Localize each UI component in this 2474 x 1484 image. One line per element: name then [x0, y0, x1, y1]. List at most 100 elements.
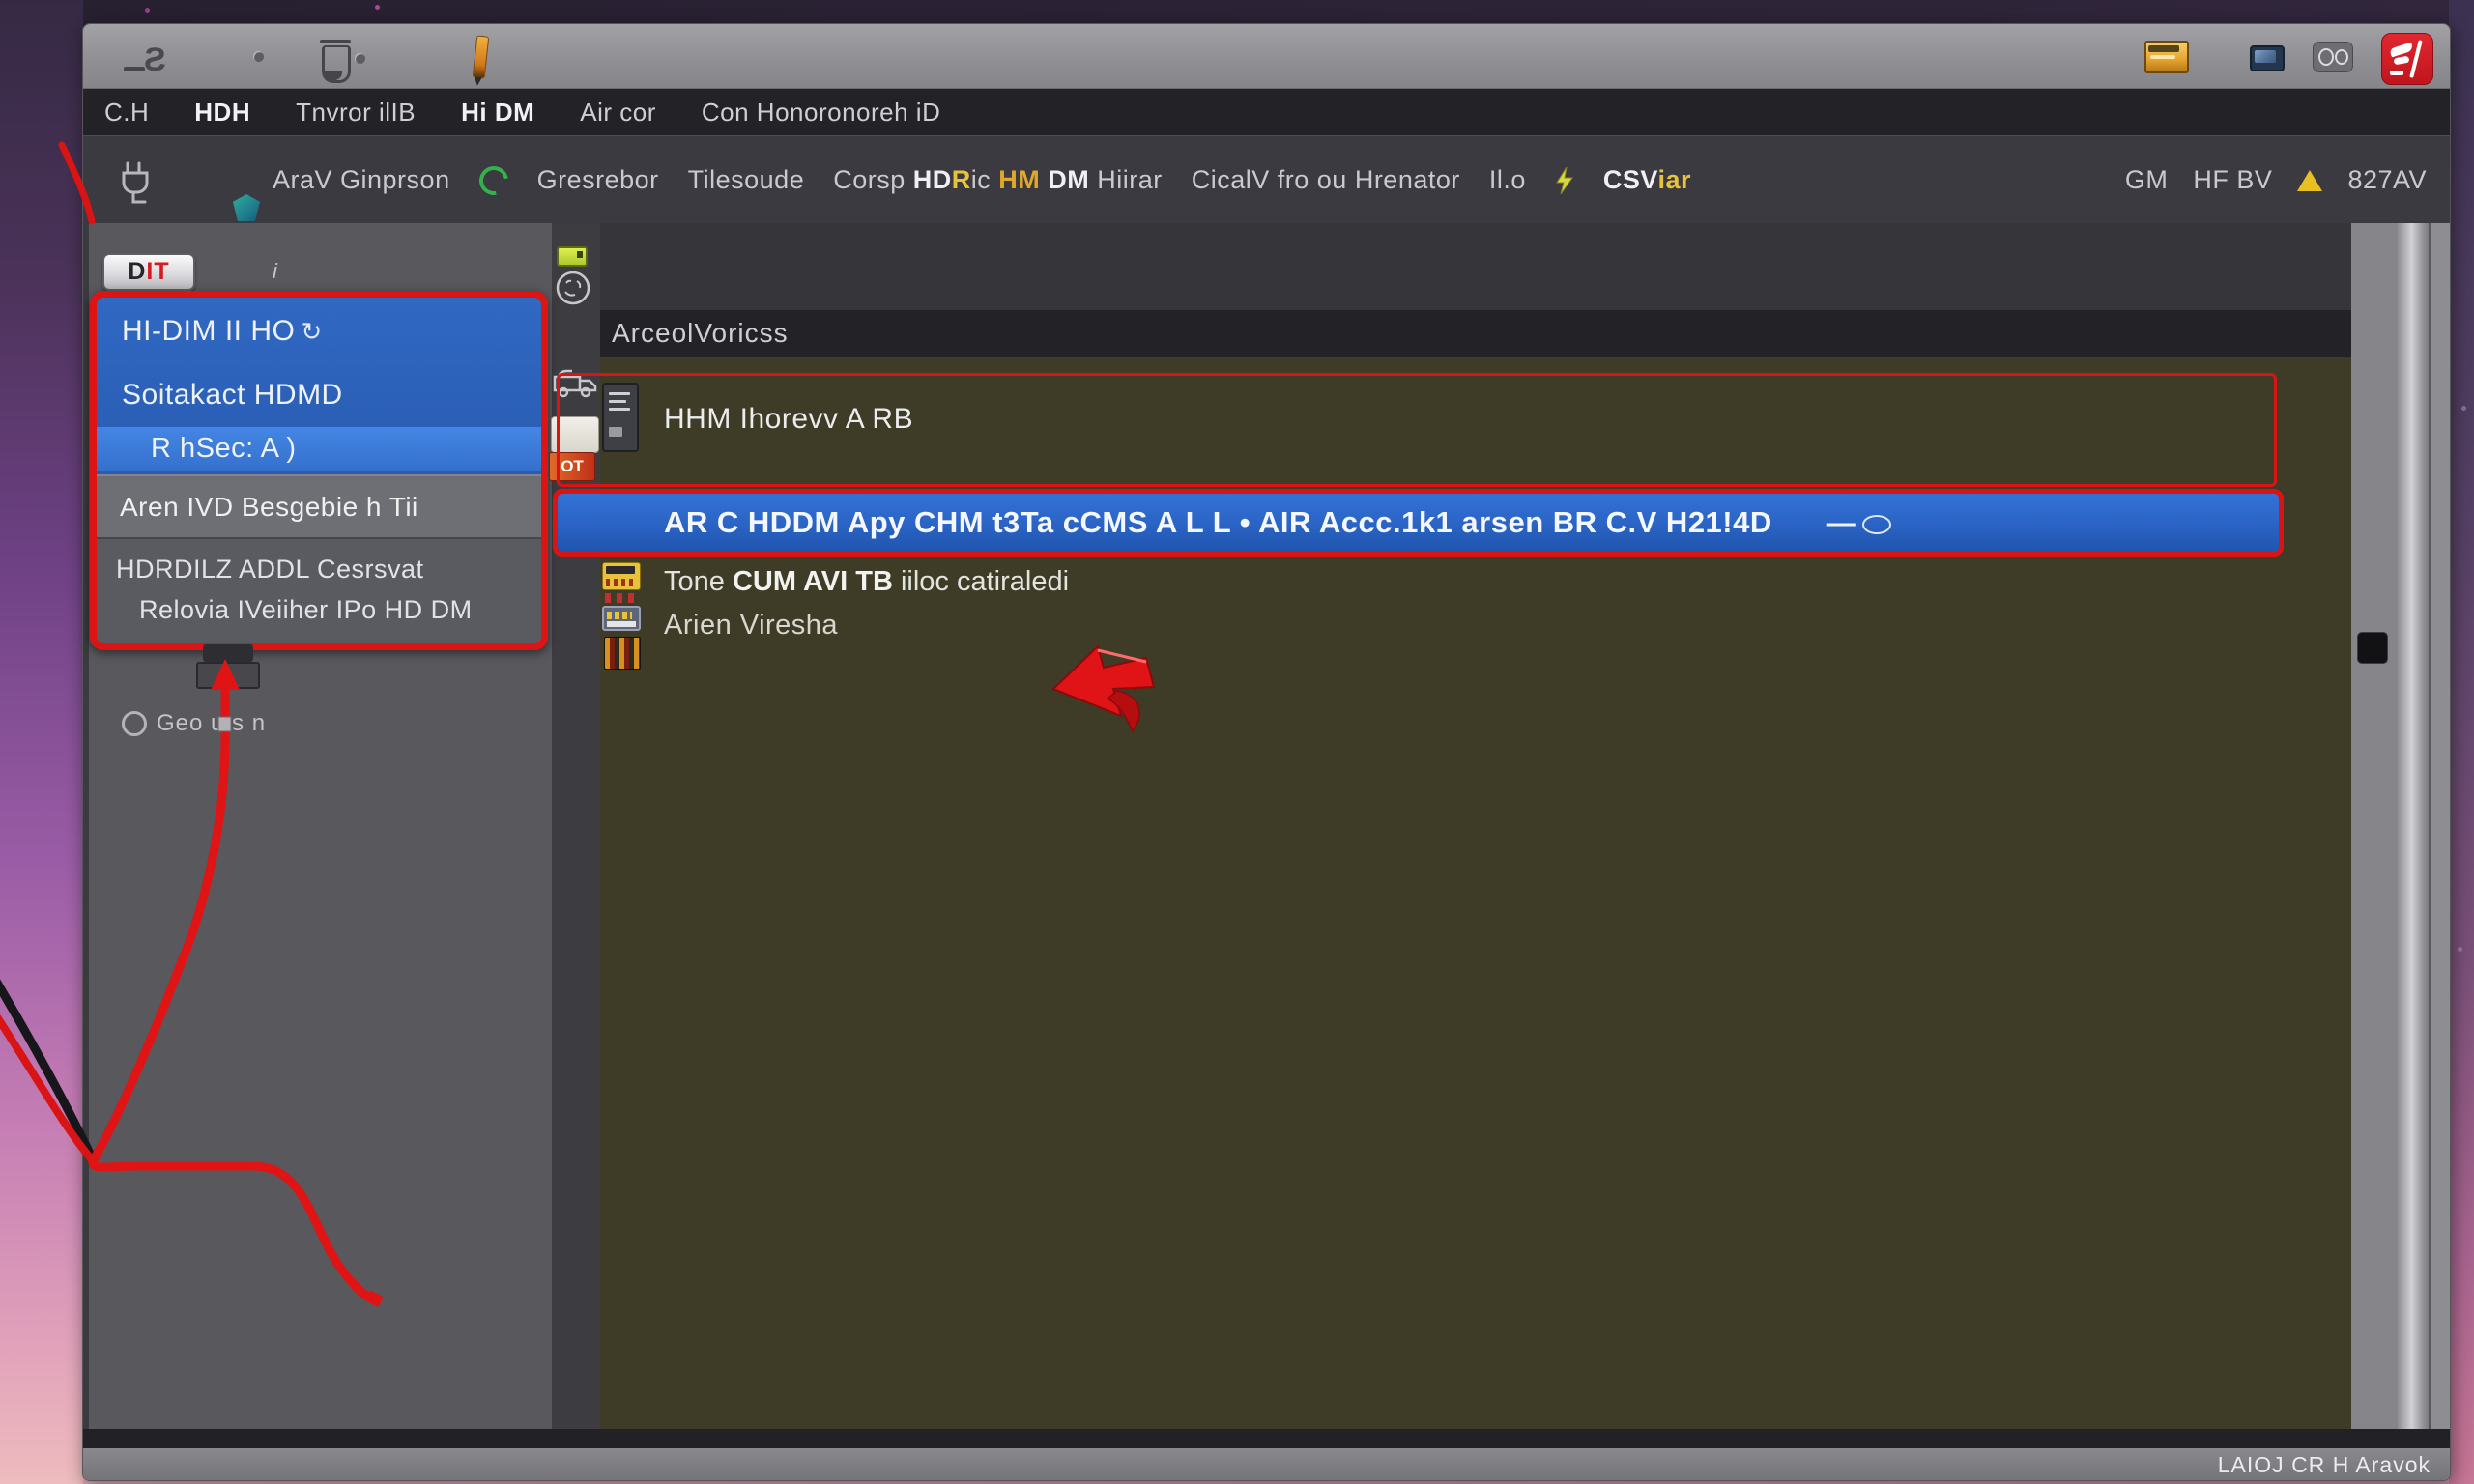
indicator-dot-icon [355, 53, 365, 64]
menu-item[interactable]: HDH [194, 98, 250, 128]
toolbar-status-group: GM HF BV 827AV [2125, 136, 2427, 224]
csv-suffix: iar [1657, 165, 1691, 194]
connector-block [196, 662, 260, 689]
selected-row-dash: — [1827, 505, 1856, 540]
teal-shield-icon[interactable] [233, 194, 260, 221]
file-icon [602, 383, 639, 452]
row3-segment: Tone [664, 566, 733, 597]
popup-item-label: HI-DIM II HO [122, 315, 295, 347]
brush-pen-icon[interactable] [473, 35, 490, 78]
face-icon [554, 269, 592, 307]
toolbar-item[interactable]: CSViar [1603, 165, 1691, 195]
list-row-3[interactable]: Tone CUM AVI TB iiloc catiraledi [664, 566, 1069, 598]
lightning-icon [1555, 167, 1574, 194]
calculator-icon [602, 562, 641, 590]
list-row-4[interactable]: Arien Viresha [664, 610, 838, 642]
green-curl-icon [474, 160, 514, 201]
toolbar-item[interactable]: Tilesoude [688, 165, 805, 195]
toolbar-item[interactable]: Il.o [1489, 165, 1526, 195]
toolbar-item-segment: Corsp [833, 165, 913, 194]
scrollbar-track[interactable] [2351, 223, 2398, 1429]
toolbar-item[interactable]: CicalV fro ou Hrenator [1192, 165, 1460, 195]
desktop-speck [375, 5, 380, 10]
menu-item[interactable]: Tnvror ilIB [296, 98, 416, 128]
popup-gray-row[interactable]: Aren IVD Besgebie h Tii [97, 474, 541, 537]
menubar: C.H HDH Tnvror ilIB Hi DM Air cor Con Ho… [83, 89, 2450, 135]
toolbar-items: AraV Ginprson Gresrebor Tilesoude Corsp … [273, 136, 1691, 224]
desktop-wallpaper-right [2449, 0, 2474, 1484]
row3-segment: iiloc catiraledi [901, 566, 1069, 597]
main-upper-strip [600, 223, 2351, 310]
toolbar-item-segment: DM [1048, 165, 1097, 194]
dit-label-red: IT [146, 258, 169, 286]
red-app-icon[interactable] [2381, 33, 2433, 85]
mini-red-glyphs [605, 593, 636, 603]
geo-label: Geo u s n [157, 710, 266, 737]
geo-ring-icon [122, 711, 147, 736]
toolbar: AraV Ginprson Gresrebor Tilesoude Corsp … [83, 135, 2450, 223]
popup-item-rhsec: R hSec: A ) [151, 433, 297, 465]
status-number: 827AV [2347, 165, 2427, 195]
minimize-dash-icon[interactable] [124, 67, 145, 71]
selected-row-label: AR C HDDM Apy CHM t3Ta cCMS A L L • AIR … [664, 505, 1772, 540]
toolbar-item[interactable]: Corsp HDRic HM DM Hiirar [833, 165, 1163, 195]
popup-item-aren: Aren IVD Besgebie h Tii [120, 492, 418, 523]
selected-row[interactable]: AR C HDDM Apy CHM t3Ta cCMS A L L • AIR … [553, 489, 2284, 556]
popup-blue-section: HI-DIM II HO↻ Soitakact HDMD R hSec: A ) [97, 298, 541, 474]
desktop-wallpaper-left [0, 0, 83, 1484]
warning-triangle-icon [2297, 170, 2322, 191]
indicator-dot-icon [253, 51, 264, 62]
toolbar-item-segment: ic [971, 165, 999, 194]
desktop-speck [145, 8, 150, 13]
list-row-1[interactable]: HHM Ihorevv A RB [664, 403, 913, 436]
bell-flask-icon[interactable] [322, 45, 351, 83]
battery-icon [557, 246, 588, 267]
plug-icon[interactable] [118, 159, 160, 206]
connector-tab [203, 644, 253, 662]
scrollbar-gloss [2398, 223, 2429, 1429]
csv-label: CSV [1603, 165, 1658, 194]
dit-label-dark: D [128, 258, 146, 286]
popup-dark-section: HDRDILZ ADDL Cesrsvat Relovia IVeiiher I… [97, 537, 541, 643]
bottom-dark-band [83, 1429, 2450, 1448]
menu-item[interactable]: Con Honoronoreh iD [702, 98, 940, 128]
application-window: S C.H HDH Tnvror ilIB Hi DM Air cor Con … [82, 23, 2451, 1481]
popup-item-hdmi[interactable]: HI-DIM II HO↻ [122, 315, 323, 348]
toolbar-item[interactable]: AraV Ginprson [273, 165, 450, 195]
red-app-glyph [2394, 56, 2410, 66]
toolbar-item-segment: HM [998, 165, 1048, 194]
dit-button[interactable]: DIT [102, 253, 195, 291]
popup-item-soitakact[interactable]: Soitakact HDMD [122, 379, 343, 412]
toolbar-item[interactable]: Gresrebor [537, 165, 659, 195]
main-header-label: ArceolVoricss [612, 318, 789, 349]
menu-item[interactable]: Air cor [580, 98, 656, 128]
annotation-box-row1: HHM Ihorevv A RB [557, 373, 2277, 487]
geo-status: Geo u s n [122, 710, 266, 737]
popup-highlight-row[interactable]: R hSec: A ) [97, 427, 541, 471]
display-icon[interactable] [2250, 45, 2285, 71]
hook-icon[interactable]: S [144, 42, 166, 79]
statusbar: LAIOJ CR H Aravok [83, 1448, 2450, 1480]
digits-icon [602, 606, 641, 631]
main-list-header: ArceolVoricss [600, 310, 2351, 357]
desktop-speck [2461, 406, 2466, 411]
row3-segment: AVI TB [803, 566, 901, 597]
scrollbar-thumb[interactable] [2357, 632, 2388, 664]
popup-menu: HI-DIM II HO↻ Soitakact HDMD R hSec: A )… [90, 291, 548, 650]
red-app-glyph [2389, 43, 2414, 58]
toolbar-item-segment: R [952, 165, 971, 194]
folder-icon[interactable] [2144, 41, 2189, 73]
swirl-icon: ↻ [301, 317, 322, 346]
toolbar-item-segment: HD [913, 165, 952, 194]
popup-item-relovia[interactable]: Relovia IVeiiher IPo HD DM [139, 595, 473, 625]
menu-item[interactable]: Hi DM [461, 98, 534, 128]
toolbar-item-segment: Hiirar [1097, 165, 1163, 194]
info-i-glyph: i [273, 259, 277, 284]
popup-item-hdrdilz[interactable]: HDRDILZ ADDL Cesrsvat [116, 555, 424, 585]
camera-lens [2318, 48, 2334, 66]
camera-icon[interactable] [2313, 42, 2353, 72]
menu-item[interactable]: C.H [104, 98, 149, 128]
selected-row-oval-icon [1862, 515, 1891, 534]
red-app-glyph [2390, 71, 2403, 75]
titlebar[interactable]: S [83, 24, 2450, 89]
